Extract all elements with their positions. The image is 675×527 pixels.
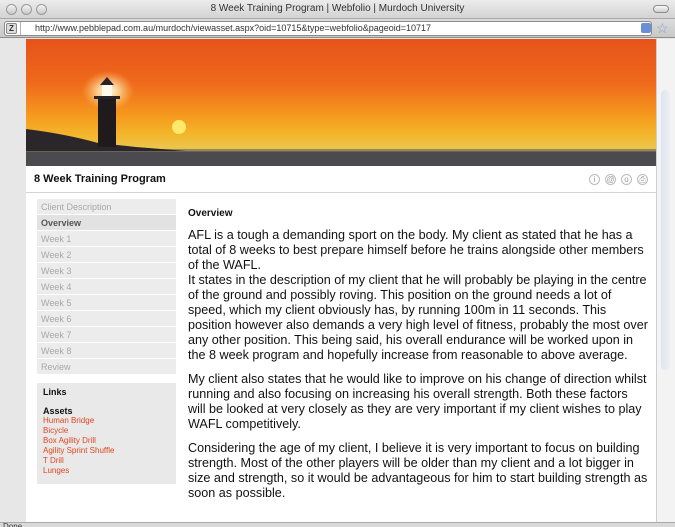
asset-link-bicycle[interactable]: Bicycle [43,426,170,436]
page-navigation: Client Description Overview Week 1 Week … [37,199,176,375]
scrollbar-thumb[interactable] [661,90,670,370]
nav-item-week-2[interactable]: Week 2 [37,247,176,263]
browser-window: 8 Week Training Program | Webfolio | Mur… [0,0,675,527]
nav-item-week-1[interactable]: Week 1 [37,231,176,247]
links-heading: Links [43,387,67,397]
window-title: 8 Week Training Program | Webfolio | Mur… [210,3,465,14]
asset-link-agility-sprint-shuffle[interactable]: Agility Sprint Shuffle [43,446,170,456]
site-favicon-icon: Z [6,23,17,34]
nav-item-week-4[interactable]: Week 4 [37,279,176,295]
info-icon[interactable]: i [589,174,600,185]
view-icon[interactable]: o [621,174,632,185]
webfolio-page: 8 Week Training Program i @ o ⎙ Client D… [26,39,656,522]
nav-item-week-7[interactable]: Week 7 [37,327,176,343]
comment-icon[interactable]: @ [605,174,616,185]
print-icon[interactable]: ⎙ [637,174,648,185]
asset-link-lunges[interactable]: Lunges [43,466,170,476]
links-panel: Links Assets Human Bridge Bicycle Box Ag… [37,383,176,484]
address-bar: http://www.pebblepad.com.au/murdoch/view… [0,19,675,38]
content-title: Overview [188,208,233,219]
content-area: Overview AFL is a tough a demanding spor… [188,199,648,510]
nav-item-week-3[interactable]: Week 3 [37,263,176,279]
assets-heading: Assets [43,406,73,416]
nav-item-overview[interactable]: Overview [37,215,176,231]
nav-item-week-8[interactable]: Week 8 [37,343,176,359]
paragraph-direction: My client also states that he would like… [188,372,647,431]
bookmark-star-icon[interactable]: ☆ [656,19,669,37]
title-bar: 8 Week Training Program | Webfolio | Mur… [0,0,675,19]
lighthouse-sunset-banner [26,39,656,166]
page-title: 8 Week Training Program [34,173,166,185]
nav-item-week-6[interactable]: Week 6 [37,311,176,327]
nav-item-week-5[interactable]: Week 5 [37,295,176,311]
asset-link-box-agility-drill[interactable]: Box Agility Drill [43,436,170,446]
page-header: 8 Week Training Program i @ o ⎙ [26,166,656,193]
asset-link-t-drill[interactable]: T Drill [43,456,170,466]
status-bar: Done [0,522,675,527]
paragraph-intro: AFL is a tough a demanding sport on the … [188,228,648,362]
rss-feed-icon[interactable] [641,23,651,33]
asset-link-human-bridge[interactable]: Human Bridge [43,416,170,426]
toolbar-toggle-button[interactable] [653,5,669,13]
url-field[interactable]: http://www.pebblepad.com.au/murdoch/view… [4,21,652,36]
nav-item-client-description[interactable]: Client Description [37,199,176,215]
paragraph-strength: Considering the age of my client, I beli… [188,441,648,500]
nav-item-review[interactable]: Review [37,359,176,375]
